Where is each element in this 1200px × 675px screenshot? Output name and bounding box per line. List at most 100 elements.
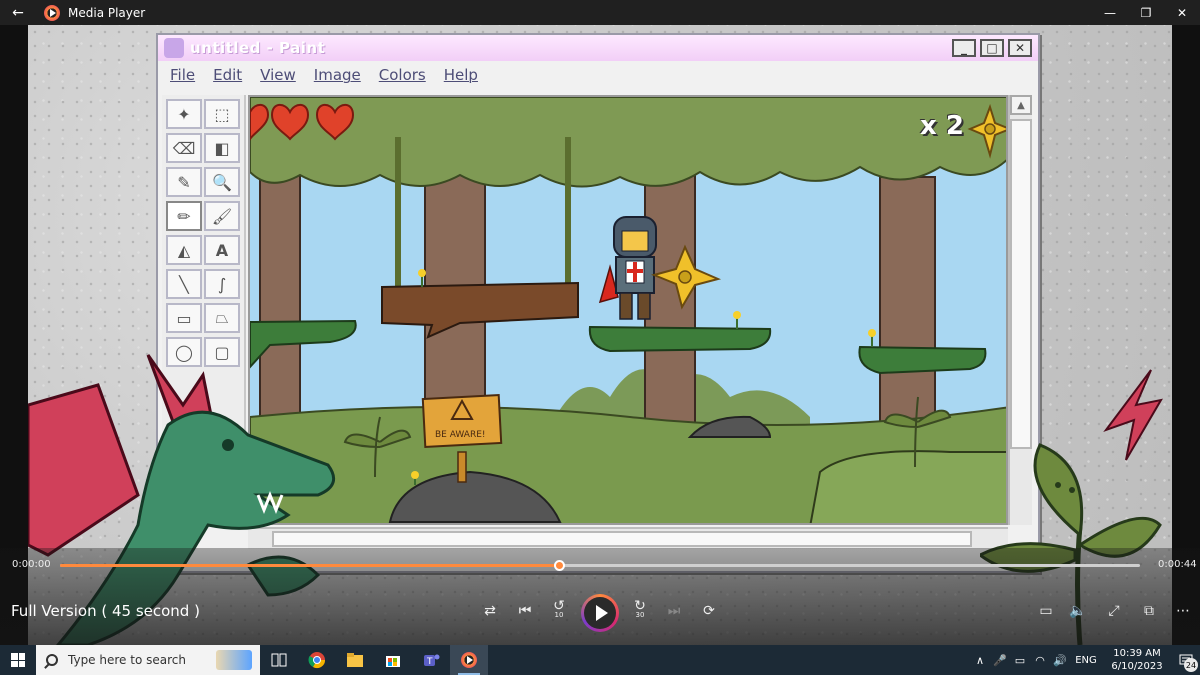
start-button[interactable] [0,645,36,675]
play-icon [584,597,616,629]
volume-button[interactable]: 🔈 [1065,600,1091,622]
paint-menu-edit: Edit [213,66,243,84]
skip-forward-30-button[interactable]: ↻ 30 [627,598,653,622]
back-button[interactable]: ← [0,0,36,25]
restore-button[interactable]: ❐ [1128,0,1164,25]
previous-button[interactable]: ⏮ [512,600,538,622]
folder-icon [347,653,363,667]
chrome-taskbar-button[interactable] [298,645,336,675]
fill-tool-icon: ◧ [204,133,240,163]
repeat-icon: ⟳ [703,603,715,619]
paint-horizontal-scrollbar [248,527,1008,549]
paint-maximize-icon: □ [980,39,1004,57]
playback-controls: 0:00:00 0:00:44 Full Version ( 45 second… [0,548,1200,645]
brush-tool-icon: 🖌 [204,201,240,231]
shuffle-icon: ⇄ [484,603,496,619]
system-tray: ∧ 🎤 ▭ ◠ 🔊 ENG 10:39 AM 6/10/2023 24 [970,645,1200,675]
back-arrow-icon: ← [12,4,24,21]
clock[interactable]: 10:39 AM 6/10/2023 [1102,647,1172,673]
tray-expand-icon[interactable]: ∧ [970,654,990,667]
task-view-button[interactable] [260,645,298,675]
next-button[interactable]: ⏭ [661,600,687,622]
notifications-button[interactable]: 24 [1172,645,1200,675]
media-player-taskbar-icon [461,652,477,668]
game-scene: BE AWARE! [250,97,1006,523]
paint-app-icon [164,38,184,58]
seek-bar[interactable] [60,560,1140,571]
fullscreen-button[interactable]: ⤢ [1101,600,1127,622]
more-options-icon: ⋯ [1176,603,1190,619]
paint-menu-file: File [170,66,196,84]
play-button[interactable] [581,594,619,632]
spark-burst-illustration [1103,369,1163,461]
paint-menu-bar: File Edit View Image Colors Help [158,61,1038,89]
skip-back-10-button[interactable]: ↺ 10 [546,598,572,622]
fullscreen-icon: ⤢ [1108,603,1120,619]
airbrush-tool-icon: ◭ [166,235,202,265]
shuffle-button[interactable]: ⇄ [477,600,503,622]
battery-icon[interactable]: ▭ [1010,654,1030,667]
media-player-app-icon [44,4,60,21]
captions-button[interactable]: ▭ [1033,600,1059,622]
captions-icon: ▭ [1039,603,1053,619]
task-view-icon [271,653,287,667]
clock-date: 6/10/2023 [1111,661,1163,672]
miniplayer-button[interactable]: ⧉ [1136,600,1162,622]
media-player-screen: ← Media Player — ❐ ✕ untitled - Paint _ … [0,0,1200,675]
taskbar-search-box[interactable]: Type here to search [36,645,260,675]
repeat-button[interactable]: ⟳ [696,600,722,622]
store-taskbar-button[interactable] [374,645,412,675]
grass-platform-3 [858,345,987,375]
sign-text: BE AWARE! [435,430,486,440]
speaker-icon[interactable]: 🔊 [1050,654,1070,667]
close-button[interactable]: ✕ [1164,0,1200,25]
clock-time: 10:39 AM [1113,648,1161,659]
media-player-taskbar-button[interactable] [450,645,488,675]
pencil-tool-icon: ✏ [166,201,202,231]
grass-platform-2 [588,325,772,353]
paint-menu-help: Help [443,66,478,84]
hscroll-thumb [272,531,972,547]
minimize-icon: — [1104,5,1116,20]
skip-back-label: 10 [554,611,564,619]
close-icon: ✕ [1176,5,1188,20]
eraser-tool-icon: ⌫ [166,133,202,163]
shuriken-count: x 2 [920,111,964,141]
paint-minimize-icon: _ [952,39,976,57]
scroll-up-icon: ▲ [1010,95,1032,115]
volume-icon: 🔈 [1069,603,1087,619]
search-icon [46,654,58,666]
seek-thumb[interactable] [553,560,565,571]
total-time: 0:00:44 [1158,559,1197,570]
skip-forward-icon: ↻ [634,598,646,614]
picker-tool-icon: ✎ [166,167,202,197]
svg-text:T: T [426,657,433,667]
language-indicator[interactable]: ENG [1070,655,1102,666]
tree-trunk-4 [879,176,936,448]
teams-taskbar-button[interactable]: T [412,645,450,675]
notification-badge: 24 [1184,658,1198,672]
tree-canopy [250,97,1006,188]
polygon-tool-icon: ⏢ [204,303,240,333]
previous-icon: ⏮ [518,603,532,619]
file-explorer-taskbar-button[interactable] [336,645,374,675]
media-title: Full Version ( 45 second ) [11,602,200,620]
wifi-icon[interactable]: ◠ [1030,654,1050,667]
minimize-button[interactable]: — [1092,0,1128,25]
more-options-button[interactable]: ⋯ [1170,600,1196,622]
chrome-icon [308,652,326,669]
rect-select-tool-icon: ⬚ [204,99,240,129]
game-canvas: BE AWARE! x 2 [248,95,1008,525]
store-icon [386,656,400,667]
miniplayer-icon: ⧉ [1144,603,1154,619]
skip-back-icon: ↺ [553,598,565,614]
paint-title: untitled - Paint [190,39,326,57]
line-tool-icon: ╲ [166,269,202,299]
teams-icon: T [424,654,440,667]
skip-forward-label: 30 [635,611,645,619]
text-tool-icon: A [204,235,240,265]
magnifier-tool-icon: 🔍 [204,167,240,197]
paint-title-bar: untitled - Paint _ □ ✕ [158,35,1038,61]
microphone-icon[interactable]: 🎤 [990,654,1010,667]
rectangle-tool-icon: ▭ [166,303,202,333]
